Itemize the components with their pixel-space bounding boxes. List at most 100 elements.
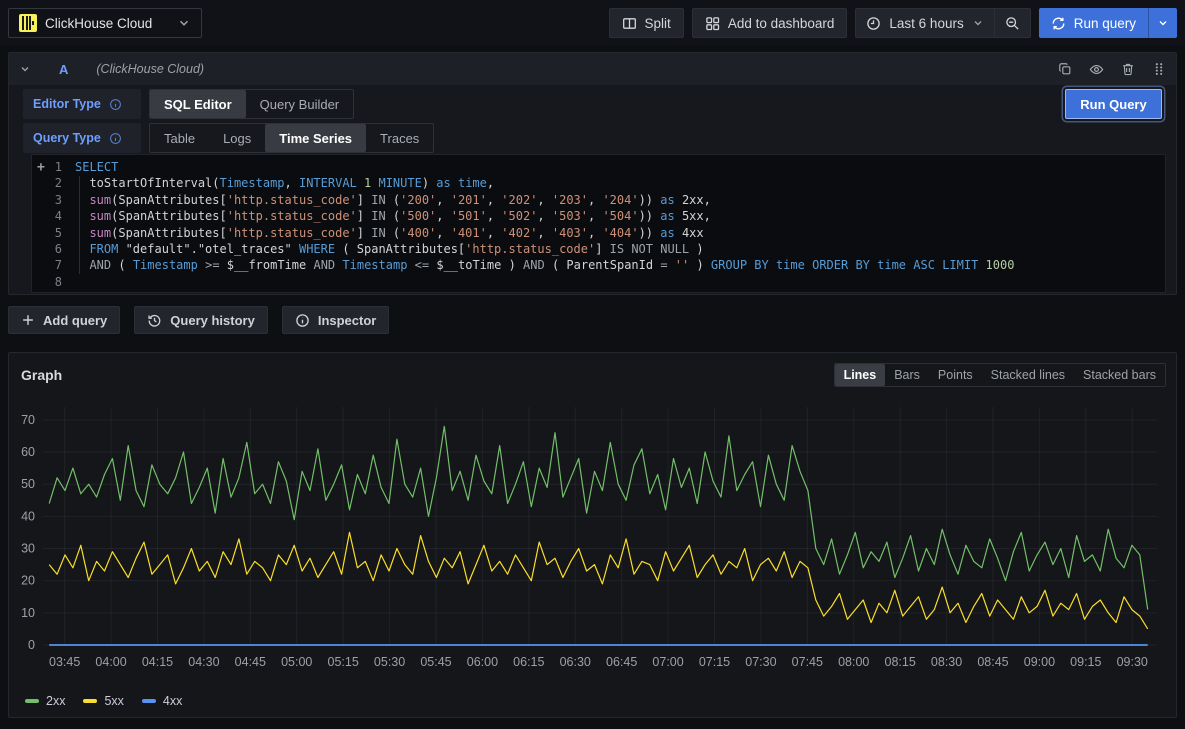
svg-text:05:30: 05:30 [374,655,405,669]
zoom-out-button[interactable] [994,9,1030,37]
legend-item-4xx[interactable]: 4xx [142,694,182,708]
add-line-plus-icon[interactable]: + [37,160,45,175]
query-type-option-table[interactable]: Table [150,124,209,152]
query-editor-panel: A (ClickHouse Cloud) Editor Type SQL [8,52,1177,295]
svg-text:10: 10 [21,606,35,620]
svg-text:03:45: 03:45 [49,655,80,669]
collapse-chevron-icon[interactable] [19,63,31,75]
add-query-label: Add query [43,313,107,328]
clickhouse-logo-icon [19,14,37,32]
svg-text:40: 40 [21,509,35,523]
datasource-name: ClickHouse Cloud [45,16,169,31]
query-row-actions [1058,62,1166,77]
refresh-icon [1051,16,1066,31]
chevron-down-icon [972,17,984,29]
svg-text:06:15: 06:15 [513,655,544,669]
run-query-button[interactable]: Run query [1039,8,1148,38]
time-range-label: Last 6 hours [889,16,963,31]
svg-text:60: 60 [21,445,35,459]
query-type-row: Query Type Table Logs Time Series Traces [23,123,434,153]
svg-text:05:00: 05:00 [281,655,312,669]
info-circle-icon[interactable] [109,98,122,111]
svg-text:07:45: 07:45 [792,655,823,669]
plus-icon [21,313,35,327]
graph-style-stacked-bars[interactable]: Stacked bars [1074,364,1165,386]
hide-response-eye-icon[interactable] [1089,62,1104,77]
clock-icon [866,16,881,31]
info-circle-icon [295,313,310,328]
query-history-button[interactable]: Query history [134,306,268,334]
graph-style-stacked-lines[interactable]: Stacked lines [982,364,1074,386]
svg-text:06:30: 06:30 [560,655,591,669]
svg-text:07:00: 07:00 [652,655,683,669]
query-type-option-time-series[interactable]: Time Series [265,124,366,152]
svg-text:09:30: 09:30 [1117,655,1148,669]
svg-text:06:45: 06:45 [606,655,637,669]
editor-type-label: Editor Type [23,89,141,119]
legend-swatch-5xx [83,699,97,703]
query-type-toggle: Table Logs Time Series Traces [149,123,434,153]
editor-type-option-query-builder[interactable]: Query Builder [246,90,353,118]
chevron-down-icon [177,16,191,30]
svg-text:08:30: 08:30 [931,655,962,669]
query-ref-id[interactable]: A [59,62,68,77]
query-history-label: Query history [170,313,255,328]
svg-text:05:45: 05:45 [420,655,451,669]
add-to-dashboard-button[interactable]: Add to dashboard [692,8,848,38]
legend-label-2xx: 2xx [46,694,65,708]
query-type-option-logs[interactable]: Logs [209,124,265,152]
svg-text:04:00: 04:00 [95,655,126,669]
svg-text:07:30: 07:30 [745,655,776,669]
graph-style-lines[interactable]: Lines [835,364,886,386]
legend-label-4xx: 4xx [163,694,182,708]
query-row-header[interactable]: A (ClickHouse Cloud) [9,53,1176,85]
legend-swatch-4xx [142,699,156,703]
run-query-label: Run query [1074,16,1136,31]
graph-panel-title: Graph [21,367,62,383]
add-to-dashboard-label: Add to dashboard [728,16,835,31]
svg-text:05:15: 05:15 [328,655,359,669]
sql-editor[interactable]: + 1SELECT2 toStartOfInterval(Timestamp, … [31,154,1166,293]
indent-guide [79,176,80,274]
inspector-label: Inspector [318,313,377,328]
query-type-option-traces[interactable]: Traces [366,124,433,152]
split-icon [622,16,637,31]
editor-type-option-sql-editor[interactable]: SQL Editor [150,90,246,118]
series-2xx [49,426,1148,609]
graph-style-bars[interactable]: Bars [885,364,929,386]
zoom-out-icon [1005,16,1020,31]
time-series-chart[interactable]: 01020304050607003:4504:0004:1504:3004:45… [17,393,1167,679]
svg-text:04:15: 04:15 [142,655,173,669]
chevron-down-icon [1157,17,1169,29]
run-query-split-button: Run query [1039,8,1177,38]
legend-item-5xx[interactable]: 5xx [83,694,123,708]
svg-text:70: 70 [21,413,35,427]
datasource-picker[interactable]: ClickHouse Cloud [8,8,202,38]
panel-run-query-button[interactable]: Run Query [1065,89,1162,119]
graph-style-points[interactable]: Points [929,364,982,386]
legend-label-5xx: 5xx [104,694,123,708]
time-range-button[interactable]: Last 6 hours [856,9,993,37]
svg-text:09:15: 09:15 [1070,655,1101,669]
graph-style-toggle: Lines Bars Points Stacked lines Stacked … [834,363,1166,387]
info-circle-icon[interactable] [109,132,122,145]
svg-text:09:00: 09:00 [1024,655,1055,669]
editor-type-row: Editor Type SQL Editor Query Builder [23,89,354,119]
legend-item-2xx[interactable]: 2xx [25,694,65,708]
run-query-dropdown[interactable] [1148,8,1177,38]
delete-query-trash-icon[interactable] [1121,62,1135,77]
split-button[interactable]: Split [609,8,684,38]
graph-panel: Graph Lines Bars Points Stacked lines St… [8,352,1177,718]
svg-text:50: 50 [21,477,35,491]
add-query-button[interactable]: Add query [8,306,120,334]
drag-handle-icon[interactable] [1152,62,1166,77]
svg-text:04:30: 04:30 [188,655,219,669]
duplicate-query-icon[interactable] [1058,62,1072,77]
dashboard-grid-icon [705,16,720,31]
query-type-label-text: Query Type [33,131,101,145]
graph-legend: 2xx 5xx 4xx [25,694,182,708]
topbar-actions: Split Add to dashboard Last 6 hours [609,8,1177,38]
inspector-button[interactable]: Inspector [282,306,390,334]
editor-type-toggle: SQL Editor Query Builder [149,89,354,119]
svg-text:0: 0 [28,638,35,652]
